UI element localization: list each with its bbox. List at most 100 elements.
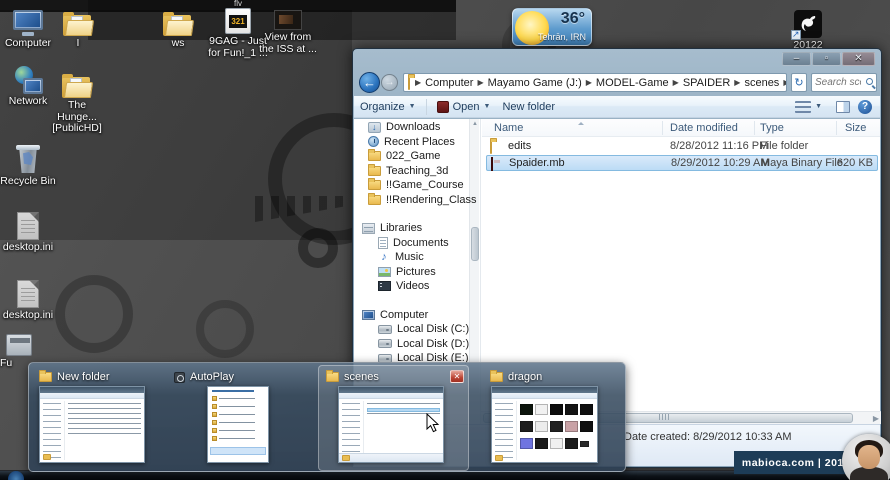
- column-separator[interactable]: [662, 121, 663, 135]
- column-separator[interactable]: [754, 121, 755, 135]
- toolbar-separator: [425, 98, 427, 115]
- nav-item-recent-places[interactable]: Recent Places: [368, 135, 455, 149]
- desktop-icon-recycle-bin[interactable]: Recycle Bin: [0, 140, 56, 188]
- desktop-icon-ws[interactable]: ws: [150, 4, 206, 50]
- column-separator[interactable]: [836, 121, 837, 135]
- mini-selected-row: [367, 408, 440, 412]
- breadcrumb-separator-icon: ▶: [585, 78, 592, 87]
- window-titlebar[interactable]: – ▫ ✕: [353, 49, 881, 70]
- nav-item-local-disk-d-[interactable]: Local Disk (D:): [378, 337, 469, 351]
- folder-icon: [368, 192, 381, 205]
- nav-item-music[interactable]: ♪ Music: [378, 250, 424, 264]
- thumbnail-preview-new-folder[interactable]: [39, 386, 145, 463]
- mini-toolbar: [339, 393, 443, 399]
- desktop-icon-label: View from the ISS at ...: [259, 31, 317, 55]
- file-row-spaider-mb[interactable]: Spaider.mb 8/29/2012 10:29 AM Maya Binary …: [486, 155, 878, 171]
- desktop-icon-label: I: [76, 37, 80, 49]
- help-icon[interactable]: ?: [858, 99, 872, 114]
- desktop-icon-iss-video[interactable]: View from the ISS at ...: [258, 8, 318, 55]
- close-button[interactable]: ✕: [842, 52, 875, 66]
- breadcrumb-item[interactable]: MODEL-Game: [594, 77, 671, 89]
- watermark-banner: mabioca.com | 2012: [734, 451, 858, 474]
- desktop-icon-label: The Hunge... [PublicHD]: [52, 99, 102, 134]
- disk-icon: [378, 339, 392, 348]
- open-button[interactable]: Open ▼: [431, 97, 497, 117]
- minimize-button[interactable]: –: [782, 52, 811, 66]
- nav-item-videos[interactable]: Videos: [378, 279, 429, 293]
- organize-button[interactable]: Organize ▼: [354, 97, 422, 117]
- desktop-icon-desktop-ini-2[interactable]: desktop.ini: [0, 276, 56, 322]
- thumbnail-label-scenes: scenes: [326, 370, 379, 383]
- refresh-button[interactable]: ↻: [791, 73, 807, 92]
- start-orb-icon[interactable]: [8, 471, 24, 480]
- recycle-bin-icon: [16, 144, 40, 174]
- scroll-right-icon[interactable]: ▶: [873, 414, 879, 423]
- chevron-down-icon: ▼: [815, 103, 822, 110]
- nav-item-pictures[interactable]: Pictures: [378, 265, 436, 279]
- folder-icon: [368, 149, 381, 161]
- thumbnail-preview-dragon[interactable]: [491, 386, 598, 463]
- column-header-date-modified[interactable]: Date modified: [670, 122, 738, 134]
- nav-item-label: 022_Game: [386, 150, 441, 162]
- mini-toolbar: [492, 393, 597, 399]
- media-player-file-icon: [225, 8, 251, 34]
- column-header-type[interactable]: Type: [760, 122, 784, 134]
- folder-icon: [326, 370, 339, 382]
- scrollbar-thumb[interactable]: [471, 227, 479, 261]
- file-date-modified: 8/29/2012 10:29 AM: [671, 157, 770, 169]
- desktop-icon-desktop-ini-1[interactable]: desktop.ini: [0, 208, 56, 254]
- nav-item-libraries[interactable]: Libraries: [362, 221, 422, 235]
- thumbnail-close-button[interactable]: ✕: [450, 370, 464, 383]
- music-icon: ♪: [381, 251, 387, 263]
- desktop-icon-i[interactable]: I: [50, 4, 106, 50]
- column-header-size[interactable]: Size: [845, 122, 866, 134]
- nav-item-downloads[interactable]: Downloads: [368, 120, 440, 134]
- ini-file-icon: [17, 280, 39, 308]
- new-folder-button[interactable]: New folder: [496, 97, 561, 117]
- weather-gadget[interactable]: 36° Tehrān, IRN: [512, 8, 592, 46]
- wallpaper-pattern: [55, 275, 133, 353]
- documents-icon: [378, 236, 388, 249]
- preview-pane-icon[interactable]: [836, 100, 850, 113]
- nav-item-documents[interactable]: Documents: [378, 236, 449, 250]
- search-input[interactable]: [815, 75, 861, 90]
- nav-item-computer[interactable]: Computer: [362, 308, 428, 322]
- computer-icon: [13, 10, 43, 36]
- sort-ascending-icon: [578, 119, 584, 125]
- date-created-text: Date created: 8/29/2012 10:33 AM: [624, 431, 792, 443]
- file-extension-badge: flv: [234, 0, 242, 8]
- breadcrumb[interactable]: ▶ Computer ▶ Mayamo Game (J:) ▶ MODEL-Game ▶ SP…: [403, 73, 787, 92]
- navigation-scrollbar[interactable]: ▲: [469, 119, 479, 393]
- scroll-up-icon[interactable]: ▲: [472, 121, 478, 127]
- mini-dialog-title: [212, 390, 254, 392]
- thumbnail-label-dragon: dragon: [490, 370, 542, 383]
- search-box[interactable]: [811, 73, 877, 92]
- file-row-edits[interactable]: edits 8/28/2012 11:16 PM File folder: [486, 139, 878, 155]
- nav-item-022-game[interactable]: 022_Game: [368, 149, 440, 163]
- change-view-button[interactable]: ▼: [789, 97, 828, 117]
- nav-item--game-course[interactable]: !!Game_Course: [368, 178, 464, 192]
- back-button[interactable]: ←: [359, 72, 380, 93]
- desktop-icon-computer[interactable]: Computer: [0, 4, 56, 50]
- nav-item-label: Music: [395, 251, 424, 263]
- maximize-button[interactable]: ▫: [812, 52, 841, 66]
- breadcrumb-item[interactable]: SPAIDER: [681, 77, 732, 89]
- nav-item--rendering-class[interactable]: !!Rendering_Class: [368, 192, 477, 207]
- breadcrumb-separator-icon: ▶: [415, 78, 422, 87]
- nav-item-local-disk-c-[interactable]: Local Disk (C:): [378, 322, 469, 336]
- wallpaper-pattern: [196, 300, 254, 358]
- desktop-icon-the-hunger[interactable]: The Hunge... [PublicHD]: [48, 68, 106, 135]
- nav-item-teaching-3d[interactable]: Teaching_3d: [368, 163, 448, 178]
- open-app-icon: [436, 100, 449, 113]
- nav-item-label: Local Disk (C:): [397, 323, 470, 335]
- thumbnail-preview-autoplay[interactable]: [207, 386, 269, 463]
- file-name: edits: [508, 140, 532, 152]
- breadcrumb-item[interactable]: Computer: [423, 77, 475, 89]
- forward-button[interactable]: →: [381, 74, 398, 91]
- breadcrumb-item[interactable]: Mayamo Game (J:): [486, 77, 584, 89]
- column-header-name[interactable]: Name: [494, 122, 523, 134]
- nav-item-label: Downloads: [386, 121, 441, 133]
- desktop-icon-20122[interactable]: 20122: [780, 6, 836, 52]
- watermark-text: mabioca.com | 2012: [741, 456, 851, 469]
- breadcrumb-item[interactable]: scenes: [742, 77, 781, 89]
